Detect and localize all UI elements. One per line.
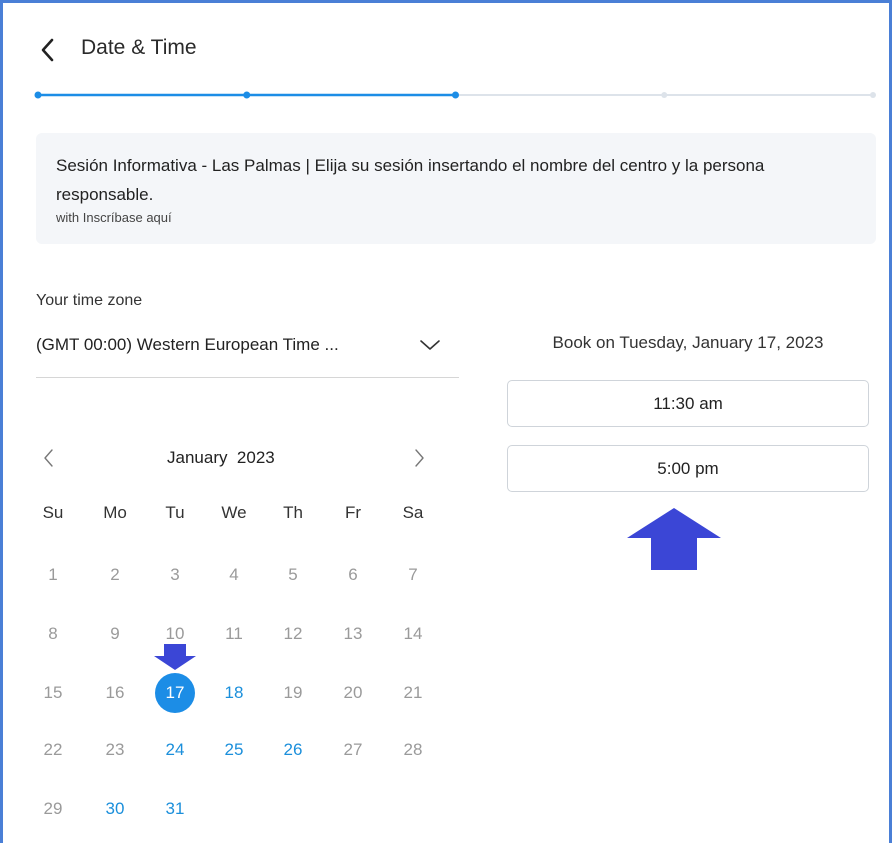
timezone-label: Your time zone: [36, 292, 143, 309]
stepper-dot: [870, 92, 876, 98]
chevron-right-icon: [415, 449, 424, 467]
calendar-day-available[interactable]: 31: [155, 789, 195, 829]
weekday-header: We: [221, 503, 247, 522]
calendar-day: 4: [229, 565, 239, 584]
calendar-day: 28: [403, 740, 423, 759]
calendar-day-available[interactable]: 24: [155, 730, 195, 770]
chevron-left-icon: [44, 449, 53, 467]
weekday-header: Su: [42, 503, 64, 522]
calendar-day: 11: [225, 624, 243, 643]
calendar-day-available[interactable]: 26: [273, 730, 313, 770]
next-month-button[interactable]: [409, 446, 429, 470]
calendar-month-label: January 2023: [167, 448, 275, 467]
calendar-day: 22: [43, 740, 63, 759]
annotation-arrow-up-icon: [627, 508, 721, 570]
booking-date-label: Book on Tuesday, January 17, 2023: [552, 333, 824, 352]
calendar-day: 15: [43, 683, 63, 702]
page-title: Date & Time: [81, 36, 197, 59]
stepper-dot: [452, 91, 459, 99]
weekday-header: Th: [283, 503, 303, 522]
calendar-day-available[interactable]: 30: [95, 789, 135, 829]
calendar-day: 8: [48, 624, 58, 643]
calendar-day: 23: [105, 740, 125, 759]
time-slot-button[interactable]: 11:30 am: [507, 380, 869, 427]
calendar-day: 29: [43, 799, 63, 818]
booking-page: Date & Time Sesión Informativa - Las Pal…: [0, 0, 892, 843]
stepper-dot: [243, 91, 251, 99]
calendar-day-available[interactable]: 18: [214, 673, 254, 713]
annotation-arrow-down-icon: [154, 644, 196, 670]
calendar-day-selected[interactable]: 17: [155, 673, 195, 713]
calendar-day: 9: [110, 624, 120, 643]
calendar-day: 5: [288, 565, 298, 584]
chevron-left-icon: [41, 38, 54, 62]
stepper-dot: [661, 92, 668, 98]
calendar-day: 27: [343, 740, 363, 759]
timezone-select[interactable]: (GMT 00:00) Western European Time ...: [36, 326, 459, 378]
calendar-day: 13: [343, 624, 363, 643]
calendar-day: 6: [348, 565, 358, 584]
chevron-down-icon: [420, 340, 440, 350]
time-slot-button[interactable]: 5:00 pm: [507, 445, 869, 492]
calendar-day: 1: [48, 565, 58, 584]
session-title: Sesión Informativa - Las Palmas | Elija …: [56, 156, 765, 204]
calendar-day: 20: [343, 683, 363, 702]
weekday-header: Mo: [103, 503, 127, 522]
calendar-day: 16: [105, 683, 125, 702]
weekday-header: Tu: [165, 503, 185, 522]
calendar-day: 2: [110, 565, 120, 584]
session-host: with Inscríbase aquí: [56, 210, 172, 225]
weekday-header: Sa: [402, 503, 424, 522]
timezone-value: (GMT 00:00) Western European Time ...: [36, 335, 339, 354]
calendar-day: 19: [283, 683, 303, 702]
prev-month-button[interactable]: [39, 446, 59, 470]
stepper-dot: [34, 91, 42, 99]
calendar-day: 3: [170, 565, 180, 584]
calendar-day: 7: [408, 565, 418, 584]
weekday-header: Fr: [344, 503, 362, 522]
session-info-card: Sesión Informativa - Las Palmas | Elija …: [36, 133, 876, 244]
calendar-day: 21: [403, 683, 423, 702]
calendar-day: 12: [283, 624, 303, 643]
back-button[interactable]: [33, 33, 65, 67]
calendar-day-available[interactable]: 25: [214, 730, 254, 770]
calendar-day: 14: [403, 624, 423, 643]
progress-stepper: [3, 83, 892, 103]
